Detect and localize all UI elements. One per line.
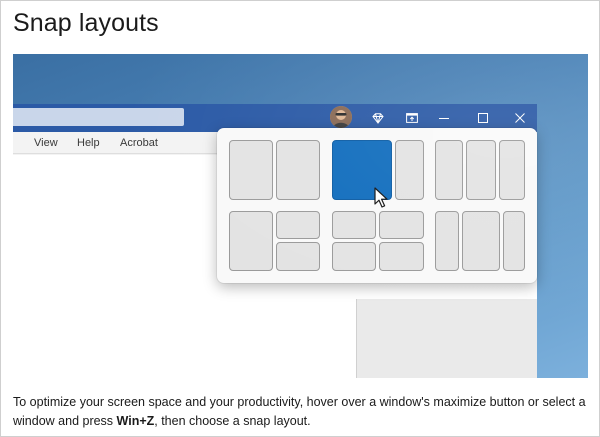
layout-6-right-zone[interactable] bbox=[503, 211, 525, 271]
close-icon bbox=[515, 113, 525, 123]
layout-6-left-zone[interactable] bbox=[435, 211, 459, 271]
layout-1-right-zone[interactable] bbox=[276, 140, 320, 200]
layout-1-left-zone[interactable] bbox=[229, 140, 273, 200]
page-title: Snap layouts bbox=[13, 9, 159, 37]
layout-5-top-left-zone[interactable] bbox=[332, 211, 376, 239]
article-frame: Snap layouts ) bbox=[0, 0, 600, 437]
layout-5-bottom-left-zone[interactable] bbox=[332, 242, 376, 271]
avatar[interactable] bbox=[330, 106, 352, 128]
window-pin-icon bbox=[406, 113, 418, 123]
layout-3-left-zone[interactable] bbox=[435, 140, 463, 200]
layout-2-right-narrow-zone[interactable] bbox=[395, 140, 424, 200]
layout-5-top-right-zone[interactable] bbox=[379, 211, 424, 239]
maximize-icon bbox=[478, 113, 488, 123]
diamond-icon bbox=[372, 112, 384, 124]
layout-3-right-zone[interactable] bbox=[499, 140, 525, 200]
layout-3-middle-zone[interactable] bbox=[466, 140, 496, 200]
keyboard-shortcut: Win+Z bbox=[116, 414, 155, 428]
document-side-panel bbox=[356, 299, 537, 378]
mouse-pointer-icon bbox=[374, 187, 388, 208]
layout-4-left-zone[interactable] bbox=[229, 211, 273, 271]
menu-item-acrobat[interactable]: Acrobat bbox=[120, 137, 158, 149]
caption-paragraph: To optimize your screen space and your p… bbox=[13, 393, 588, 431]
caption-text-part-2: , then choose a snap layout. bbox=[154, 414, 311, 428]
layout-4-bottom-right-zone[interactable] bbox=[276, 242, 320, 271]
layout-6-middle-zone[interactable] bbox=[462, 211, 500, 271]
layout-5-bottom-right-zone[interactable] bbox=[379, 242, 424, 271]
screenshot-desktop: ) bbox=[13, 54, 588, 378]
avatar-icon bbox=[330, 106, 352, 128]
menu-item-help[interactable]: Help bbox=[77, 137, 100, 149]
title-search-box[interactable]: ) bbox=[13, 108, 184, 126]
minimize-icon bbox=[439, 118, 449, 119]
layout-4-top-right-zone[interactable] bbox=[276, 211, 320, 239]
menu-item-view[interactable]: View bbox=[34, 137, 58, 149]
